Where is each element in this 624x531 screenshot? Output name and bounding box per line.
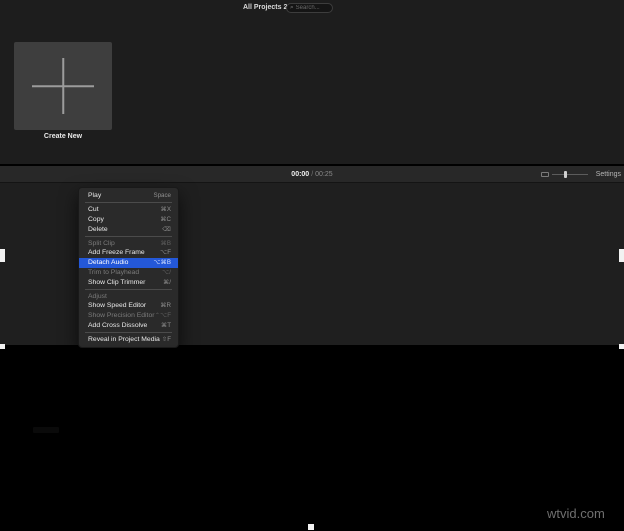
clip-size-icon bbox=[541, 172, 549, 177]
menu-item-show-clip-trimmer[interactable]: Show Clip Trimmer ⌘/ bbox=[79, 277, 178, 287]
shortcut: ⌥F bbox=[160, 249, 171, 257]
settings-button[interactable]: Settings bbox=[596, 171, 621, 178]
menu-item-show-precision-editor: Show Precision Editor ⌃⌥F bbox=[88, 312, 171, 320]
menu-item-split-clip: Split Clip ⌘B bbox=[88, 239, 171, 247]
export-section: File My Movie 1 Description: This video … bbox=[0, 345, 624, 531]
menu-separator bbox=[85, 235, 172, 237]
zoom-slider-thumb[interactable] bbox=[564, 171, 567, 178]
shortcut: ⌃⌥F bbox=[154, 312, 171, 320]
selection-handle-bottom[interactable] bbox=[308, 524, 314, 530]
timeline-right-trim-handle[interactable] bbox=[619, 249, 624, 262]
projects-browser: All Projects 2 ⌕ Create New bbox=[0, 0, 624, 164]
selection-handle-right[interactable] bbox=[619, 344, 624, 349]
create-new-tile[interactable] bbox=[14, 42, 112, 130]
menu-item-play[interactable]: Play Space bbox=[79, 191, 178, 201]
search-field[interactable]: ⌕ bbox=[286, 3, 333, 13]
menu-item-trim-to-playhead: Trim to Playhead ⌥/ bbox=[88, 268, 171, 276]
total-time: 00:25 bbox=[315, 171, 333, 178]
shortcut: ⌥/ bbox=[162, 268, 171, 276]
shortcut: ⌘R bbox=[160, 302, 171, 310]
shortcut: ⌘C bbox=[160, 215, 171, 223]
menu-item-cut[interactable]: Cut ⌘X bbox=[79, 205, 178, 215]
menu-separator bbox=[85, 202, 172, 204]
shortcut: Space bbox=[153, 192, 171, 200]
selection-handle-left[interactable] bbox=[0, 344, 5, 349]
search-input[interactable] bbox=[295, 5, 329, 11]
menu-item-adjust: Adjust bbox=[88, 292, 107, 300]
menu-separator bbox=[85, 331, 172, 333]
timecode-display: 00:00/00:25 bbox=[0, 171, 624, 178]
menu-separator bbox=[85, 288, 172, 290]
menu-item-copy[interactable]: Copy ⌘C bbox=[79, 215, 178, 225]
menu-item-show-speed-editor[interactable]: Show Speed Editor ⌘R bbox=[79, 301, 178, 311]
shortcut: ⌘/ bbox=[163, 278, 171, 286]
clip-zoom-control[interactable] bbox=[541, 171, 588, 178]
shortcut: ⌥⌘B bbox=[153, 259, 171, 267]
time-separator: / bbox=[311, 171, 314, 178]
menu-item-add-freeze-frame[interactable]: Add Freeze Frame ⌥F bbox=[79, 248, 178, 258]
menu-item-reveal-in-project-media[interactable]: Reveal in Project Media ⇧F bbox=[79, 334, 178, 344]
imovie-window: All Projects 2 ⌕ Create New 00:00/00:25 … bbox=[0, 0, 624, 531]
clip-duration-badge bbox=[33, 427, 59, 433]
menu-item-delete[interactable]: Delete ⌫ bbox=[79, 224, 178, 234]
shortcut: ⌫ bbox=[162, 225, 171, 233]
zoom-slider[interactable] bbox=[552, 171, 588, 178]
watermark: wtvid.com bbox=[547, 506, 605, 521]
timeline-left-trim-handle[interactable] bbox=[0, 249, 5, 262]
current-time: 00:00 bbox=[291, 171, 310, 178]
menu-item-detach-audio[interactable]: Detach Audio ⌥⌘B bbox=[79, 257, 178, 268]
clip-context-menu: Play Space Cut ⌘X Copy ⌘C Delete ⌫ Split… bbox=[78, 187, 179, 349]
shortcut: ⌘T bbox=[161, 321, 171, 329]
shortcut: ⌘B bbox=[160, 239, 171, 247]
plus-icon bbox=[14, 42, 112, 130]
shortcut: ⇧F bbox=[162, 335, 171, 343]
menu-item-add-cross-dissolve[interactable]: Add Cross Dissolve ⌘T bbox=[79, 321, 178, 331]
projects-title: All Projects 2 bbox=[243, 4, 288, 11]
search-icon: ⌕ bbox=[290, 3, 294, 11]
shortcut: ⌘X bbox=[160, 206, 171, 214]
create-new-label: Create New bbox=[43, 133, 83, 140]
